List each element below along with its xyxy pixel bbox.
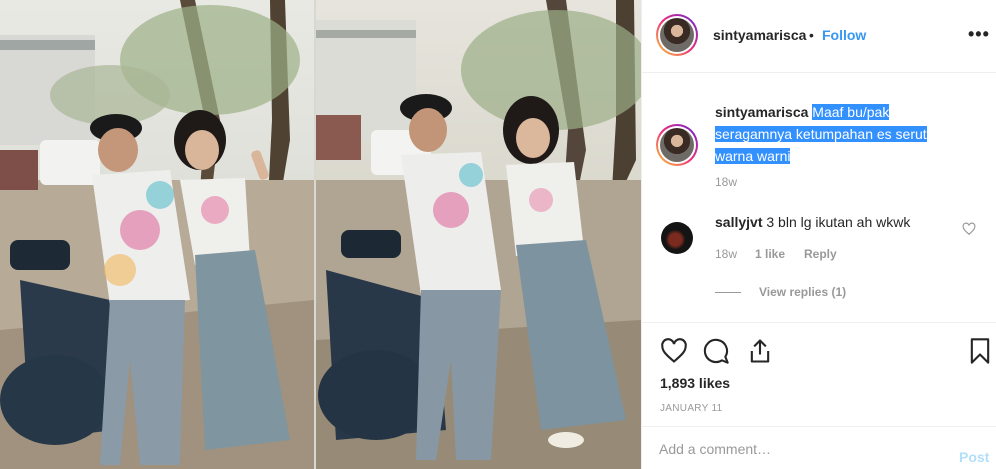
caption-avatar[interactable] [656,124,698,166]
photo-panel-left [0,0,314,469]
caption-line-3: warna warni [715,148,791,164]
caption-text: sintyamarisca Maaf bu/pak seragamnya ket… [715,101,977,167]
comment-text: sallyjvt 3 bln lg ikutan ah wkwk [715,214,910,230]
commenter-avatar[interactable] [661,222,693,254]
caption-line-1: Maaf bu/pak [812,104,890,120]
caption-line-2: seragamnya ketumpahan es serut [715,126,927,142]
post-photo[interactable] [0,0,641,469]
comments-section: sintyamarisca Maaf bu/pak seragamnya ket… [642,74,996,322]
comment-body: 3 bln lg ikutan ah wkwk [766,214,911,230]
more-dots-icon[interactable]: ••• [968,24,990,45]
caption-username[interactable]: sintyamarisca [715,104,808,120]
author-avatar[interactable] [656,14,698,56]
view-replies-line [715,292,741,293]
bookmark-icon[interactable] [966,337,994,365]
post-sidebar: sintyamarisca • Follow ••• sintyamarisca… [641,0,996,469]
heart-outline-icon[interactable] [660,337,688,365]
share-icon[interactable] [746,337,774,365]
add-comment-bar: Post [642,426,996,469]
post-header: sintyamarisca • Follow ••• [642,0,996,73]
comment-time[interactable]: 18w [715,247,737,261]
add-comment-input[interactable] [659,437,939,461]
post-date[interactable]: JANUARY 11 [660,403,722,414]
author-username[interactable]: sintyamarisca [713,27,806,43]
post-comment-button[interactable]: Post [959,449,989,465]
photo-panel-right [316,0,641,469]
separator-dot: • [809,27,814,43]
follow-button[interactable]: Follow [822,27,866,43]
commenter-username[interactable]: sallyjvt [715,214,762,230]
comment-bubble-icon[interactable] [702,337,730,365]
comment-likes[interactable]: 1 like [755,247,785,261]
reply-button[interactable]: Reply [804,247,837,261]
caption-time[interactable]: 18w [715,175,737,189]
post-actions: 1,893 likes JANUARY 11 [642,322,996,422]
heart-outline-icon[interactable] [962,222,976,236]
likes-count[interactable]: 1,893 likes [660,375,730,391]
view-replies-button[interactable]: View replies (1) [759,285,846,299]
